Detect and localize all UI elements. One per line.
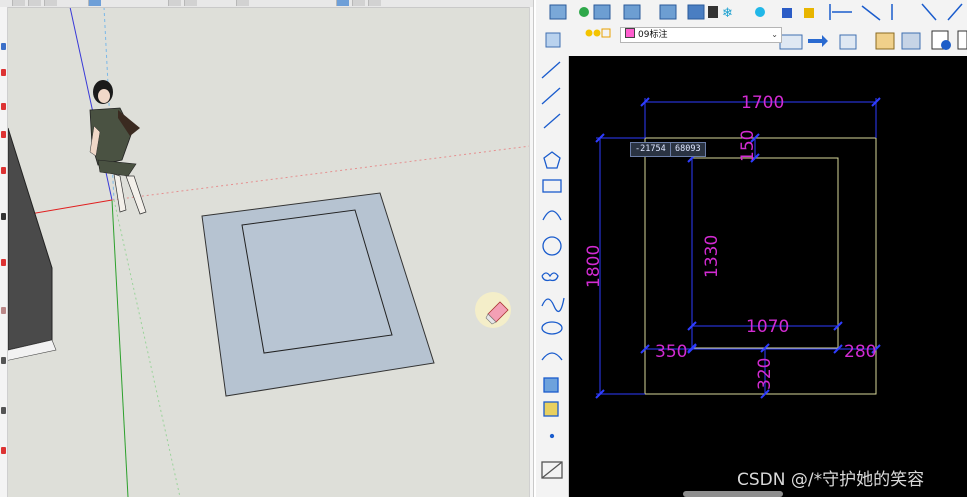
layer-manager-icon[interactable]: [545, 32, 561, 48]
revcloud-icon[interactable]: [541, 272, 559, 282]
person-figure: [89, 80, 147, 215]
layer-icon[interactable]: [623, 4, 641, 20]
ellipse-icon[interactable]: [541, 321, 563, 335]
toolbar-button[interactable]: [28, 0, 41, 6]
toolbar-button[interactable]: [352, 0, 365, 6]
layer-icon[interactable]: [593, 4, 611, 20]
check-icon[interactable]: [579, 7, 589, 17]
paint-tool-icon[interactable]: [1, 447, 6, 454]
horizontal-scrollbar[interactable]: [683, 491, 783, 497]
toolbar-button[interactable]: [184, 0, 197, 6]
bulb-icon[interactable]: [755, 7, 765, 17]
snowflake-icon[interactable]: ❄: [722, 6, 733, 21]
layer-prev-icon[interactable]: [779, 34, 803, 50]
green-axis: [111, 199, 129, 497]
move-tool-icon[interactable]: [1, 213, 6, 220]
toolbar-button-active[interactable]: [88, 0, 101, 6]
dim-text-1330[interactable]: 1330: [702, 235, 722, 278]
arc-icon[interactable]: [542, 210, 562, 221]
dim-radius-icon[interactable]: [921, 3, 937, 21]
wall-side: [7, 127, 53, 351]
shape-tool-icon[interactable]: [1, 131, 6, 138]
toolbar-button[interactable]: [168, 0, 181, 6]
dim-text-1700[interactable]: 1700: [741, 93, 784, 113]
point-icon[interactable]: [549, 433, 555, 439]
arc-tool-icon[interactable]: [1, 103, 6, 110]
lock-icon[interactable]: [782, 8, 792, 18]
chevron-down-icon: ⌄: [771, 30, 778, 39]
dim-text-280[interactable]: 280: [844, 342, 876, 362]
lock-open-icon[interactable]: [601, 28, 611, 38]
tape-tool-icon[interactable]: [1, 357, 6, 364]
rectangle-icon[interactable]: [542, 179, 562, 193]
3d-scene[interactable]: [0, 0, 536, 497]
cad-draw-toolbar: [536, 56, 569, 497]
green-axis-dashed: [113, 199, 181, 497]
cad-ribbon-row-2: 09标注 ⌄: [536, 25, 967, 57]
bulb-on-icon[interactable]: [585, 29, 593, 37]
layer-arrow-icon[interactable]: [808, 35, 828, 47]
layer-dropdown[interactable]: 09标注 ⌄: [620, 27, 782, 43]
scale-tool-icon[interactable]: [1, 307, 6, 314]
dim-text-150[interactable]: 150: [738, 130, 758, 162]
sketchup-top-toolbar: [0, 0, 536, 8]
layer-icon[interactable]: [659, 4, 677, 20]
red-axis: [29, 199, 113, 215]
ellipse-arc-icon[interactable]: [541, 352, 563, 361]
insert-block-icon[interactable]: [543, 377, 559, 393]
dim-text-1800[interactable]: 1800: [584, 245, 604, 288]
toolbar-button[interactable]: [12, 0, 25, 6]
toolbar-button[interactable]: [236, 0, 249, 6]
block-icon[interactable]: [901, 32, 921, 50]
layer-match-icon[interactable]: [839, 34, 857, 50]
dim-angle-icon[interactable]: [947, 3, 963, 21]
layer-freeze-icon[interactable]: [708, 6, 718, 18]
unlock-icon[interactable]: [804, 8, 814, 18]
polyline-icon[interactable]: [543, 113, 561, 129]
spline-icon[interactable]: [541, 297, 565, 313]
sketchup-left-toolbar: [0, 7, 8, 497]
pushpull-tool-icon[interactable]: [1, 167, 6, 174]
toolbar-button[interactable]: [44, 0, 57, 6]
dim-text-320[interactable]: 320: [755, 358, 775, 390]
layer-dropdown-value: 09标注: [638, 30, 668, 40]
construction-line-icon[interactable]: [541, 87, 561, 105]
circle-icon[interactable]: [542, 236, 562, 256]
dim-aligned-icon[interactable]: [861, 5, 881, 21]
coord-x-readout: -21754: [630, 142, 671, 157]
eraser-cursor-icon: [475, 292, 511, 328]
dim-text-1070[interactable]: 1070: [746, 317, 789, 337]
sketchup-viewport[interactable]: [0, 0, 536, 497]
make-block-icon[interactable]: [543, 401, 559, 417]
clipboard-icon[interactable]: [957, 30, 967, 50]
line-tool-icon[interactable]: [541, 61, 561, 79]
pencil-tool-icon[interactable]: [1, 69, 6, 76]
cad-drawing[interactable]: 1700 1800 150 1330 1070 350 280 320: [569, 56, 967, 497]
layer-color-swatch: [625, 28, 635, 38]
sun-icon[interactable]: [593, 29, 601, 37]
layer-stack-icon[interactable]: [549, 4, 567, 20]
coord-y-readout: 68093: [670, 142, 706, 157]
info-icon[interactable]: [941, 40, 951, 50]
toolbar-button[interactable]: [368, 0, 381, 6]
rotate-tool-icon[interactable]: [1, 259, 6, 266]
dim-style-icon[interactable]: [875, 32, 895, 50]
red-axis-dashed: [111, 145, 531, 201]
text-tool-icon[interactable]: [1, 407, 6, 414]
polygon-icon[interactable]: [543, 151, 561, 169]
dim-text-350[interactable]: 350: [655, 342, 687, 362]
cad-drawing-canvas[interactable]: 1700 1800 150 1330 1070 350 280 320 -217…: [569, 56, 967, 497]
toolbar-button-active[interactable]: [336, 0, 349, 6]
cad-window: ❄ 09标注 ⌄ 1700 1800 150 1330 1070 350 280…: [536, 0, 967, 497]
select-tool-icon[interactable]: [1, 43, 6, 50]
cad-ribbon-icons: ❄: [549, 3, 963, 21]
cad-ribbon-row-1: ❄: [536, 0, 967, 26]
layer-icon[interactable]: [687, 4, 705, 20]
watermark-text: CSDN @/*守护她的笑容: [737, 470, 925, 490]
